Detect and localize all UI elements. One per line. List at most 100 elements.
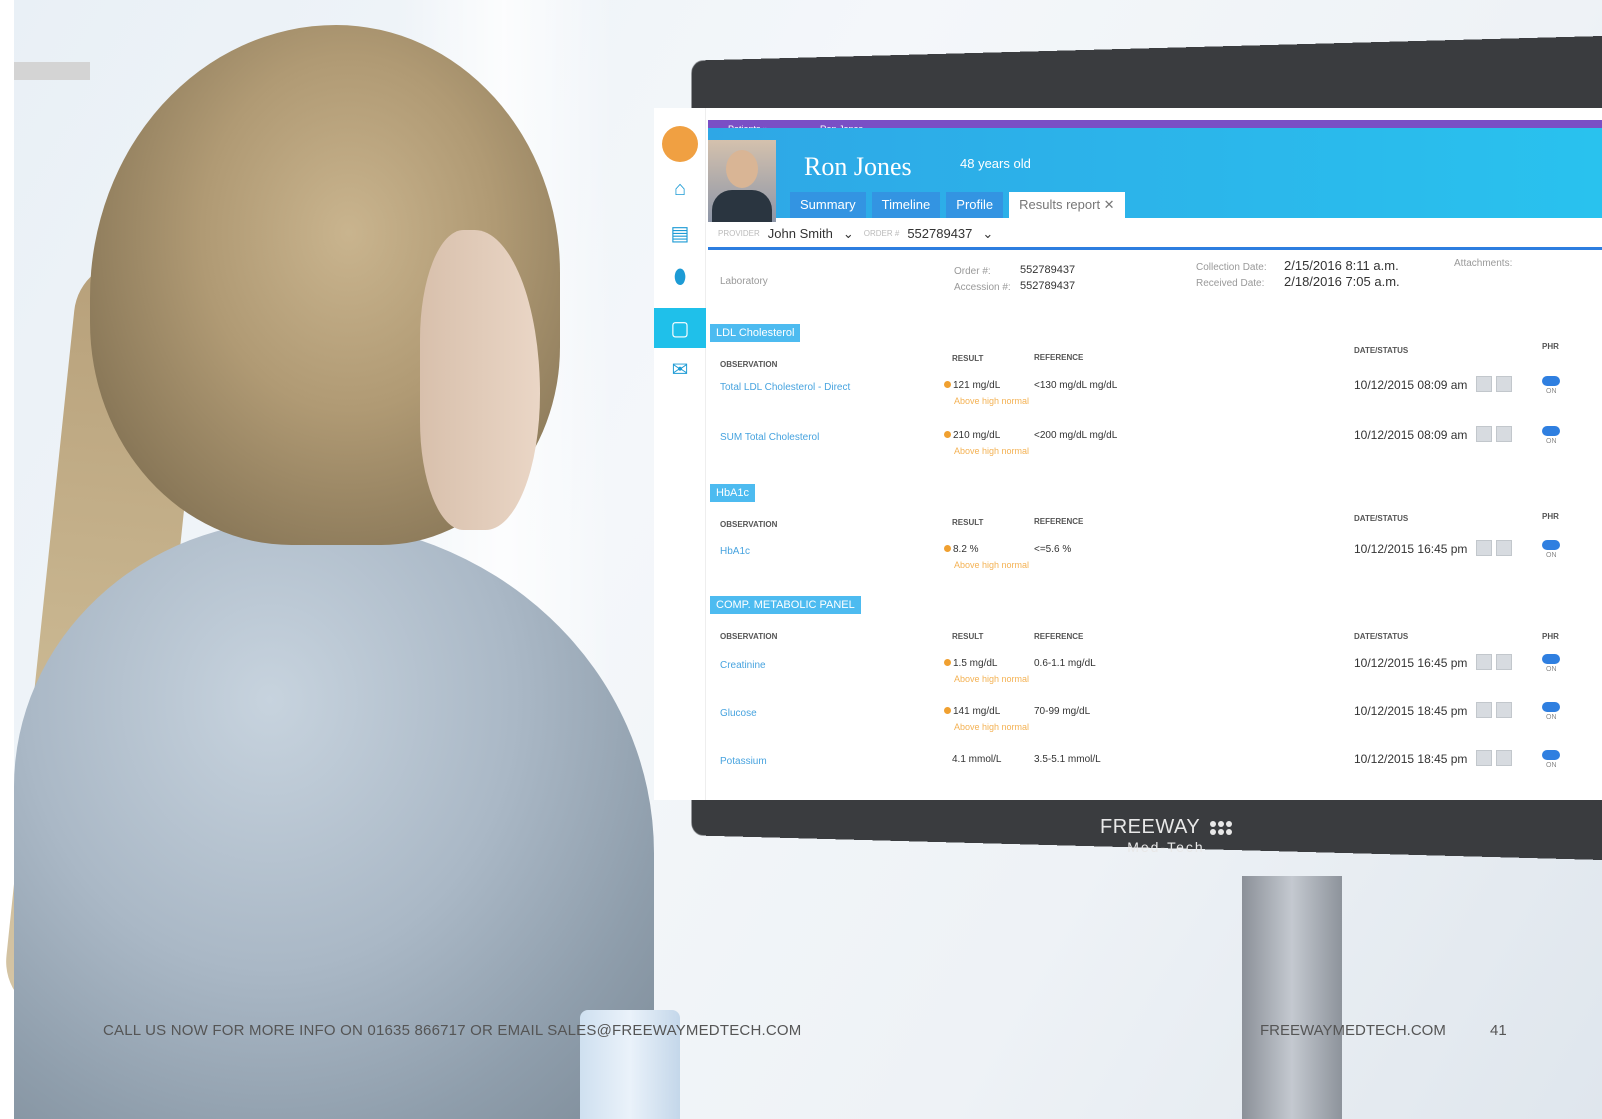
received-value: 2/18/2016 7:05 a.m. bbox=[1284, 274, 1400, 289]
corner-bar bbox=[14, 62, 90, 80]
table-row: SUM Total Cholesterol 210 mg/dL Above hi… bbox=[708, 426, 1602, 476]
section-hba1c: HbA1c bbox=[710, 484, 756, 502]
flag-text: Above high normal bbox=[954, 560, 1030, 570]
flag-text: Above high normal bbox=[954, 722, 1030, 732]
reference-value: <200 mg/dL mg/dL bbox=[1034, 430, 1118, 441]
share-icon[interactable] bbox=[1496, 702, 1512, 718]
home-icon[interactable]: ⌂ bbox=[662, 174, 698, 204]
pdf-icon[interactable] bbox=[1476, 540, 1492, 556]
date-value: 10/12/2015 16:45 pm bbox=[1354, 542, 1468, 556]
phr-toggle[interactable] bbox=[1542, 376, 1560, 386]
obs-link[interactable]: Creatinine bbox=[720, 660, 766, 671]
col-observation: OBSERVATION bbox=[720, 360, 778, 369]
flag-dot-icon bbox=[944, 659, 951, 666]
monitor-stand bbox=[1242, 876, 1342, 1119]
pdf-icon[interactable] bbox=[1476, 376, 1492, 392]
phr-toggle[interactable] bbox=[1542, 540, 1560, 550]
attachments-label: Attachments: bbox=[1454, 258, 1513, 269]
provider-label: PROVIDER bbox=[718, 229, 760, 238]
share-icon[interactable] bbox=[1496, 426, 1512, 442]
share-icon[interactable] bbox=[1496, 750, 1512, 766]
toggle-on-label: ON bbox=[1546, 666, 1557, 673]
chevron-down-icon[interactable]: ⌄ bbox=[982, 226, 993, 242]
phr-toggle[interactable] bbox=[1542, 426, 1560, 436]
table-row: Creatinine 1.5 mg/dL Above high normal 0… bbox=[708, 654, 1602, 704]
pdf-icon[interactable] bbox=[1476, 750, 1492, 766]
footer-contact: CALL US NOW FOR MORE INFO ON 01635 86671… bbox=[103, 1022, 802, 1039]
order-no-value: 552789437 bbox=[1020, 264, 1076, 276]
phr-toggle[interactable] bbox=[1542, 702, 1560, 712]
obs-link[interactable]: Potassium bbox=[720, 756, 767, 767]
calendar-icon[interactable]: ▤ bbox=[662, 218, 698, 248]
page-number: 41 bbox=[1490, 1022, 1507, 1039]
share-icon[interactable] bbox=[1496, 376, 1512, 392]
col-reference: REFERENCE bbox=[1034, 632, 1084, 641]
col-result: RESULT bbox=[952, 354, 984, 363]
col-phr: PHR bbox=[1542, 512, 1559, 521]
flag-text: Above high normal bbox=[954, 446, 1030, 456]
result-value: 8.2 % bbox=[953, 544, 979, 555]
col-observation: OBSERVATION bbox=[720, 520, 778, 529]
pdf-icon[interactable] bbox=[1476, 426, 1492, 442]
tab-summary[interactable]: Summary bbox=[790, 192, 866, 218]
table-row: Glucose 141 mg/dL Above high normal 70-9… bbox=[708, 702, 1602, 752]
reference-value: 3.5-5.1 mmol/L bbox=[1034, 754, 1101, 765]
flag-text: Above high normal bbox=[954, 674, 1030, 684]
col-date-status: DATE/STATUS bbox=[1354, 632, 1409, 641]
tab-timeline[interactable]: Timeline bbox=[871, 192, 941, 218]
pill-icon[interactable]: ⬮ bbox=[662, 262, 698, 292]
obs-link[interactable]: HbA1c bbox=[720, 546, 750, 557]
toggle-on-label: ON bbox=[1546, 552, 1557, 559]
col-date-status: DATE/STATUS bbox=[1354, 514, 1409, 523]
order-select[interactable]: 552789437 bbox=[907, 226, 972, 241]
date-value: 10/12/2015 08:09 am bbox=[1354, 378, 1468, 392]
side-nav: ⌂ ▤ ⬮ ▢ ✉ bbox=[654, 108, 706, 800]
toggle-on-label: ON bbox=[1546, 714, 1557, 721]
document-icon[interactable]: ▢ bbox=[654, 308, 706, 348]
section-metabolic-panel: COMP. METABOLIC PANEL bbox=[710, 596, 861, 614]
pdf-icon[interactable] bbox=[1476, 654, 1492, 670]
provider-select[interactable]: John Smith bbox=[768, 226, 833, 241]
result-value: 210 mg/dL bbox=[953, 430, 1001, 441]
result-value: 121 mg/dL bbox=[953, 380, 1001, 391]
obs-link[interactable]: Total LDL Cholesterol - Direct bbox=[720, 382, 850, 393]
share-icon[interactable] bbox=[1496, 540, 1512, 556]
reference-value: 70-99 mg/dL bbox=[1034, 706, 1091, 717]
patient-photo bbox=[708, 140, 776, 222]
phr-toggle[interactable] bbox=[1542, 654, 1560, 664]
chevron-down-icon[interactable]: ⌄ bbox=[843, 226, 854, 242]
flag-dot-icon bbox=[944, 431, 951, 438]
toggle-on-label: ON bbox=[1546, 388, 1557, 395]
date-value: 10/12/2015 08:09 am bbox=[1354, 428, 1468, 442]
order-info: Laboratory Order #: 552789437 Accession … bbox=[708, 258, 1602, 300]
bezel-brand-top: FREEWAY bbox=[1100, 816, 1200, 838]
col-phr: PHR bbox=[1542, 632, 1559, 641]
col-reference: REFERENCE bbox=[1034, 517, 1084, 526]
col-observation: OBSERVATION bbox=[720, 632, 778, 641]
footer-website[interactable]: FREEWAYMEDTECH.COM bbox=[1260, 1022, 1446, 1039]
col-phr: PHR bbox=[1542, 342, 1559, 351]
pdf-icon[interactable] bbox=[1476, 702, 1492, 718]
phr-toggle[interactable] bbox=[1542, 750, 1560, 760]
flag-dot-icon bbox=[944, 381, 951, 388]
result-value: 4.1 mmol/L bbox=[952, 754, 1002, 765]
flag-text: Above high normal bbox=[954, 396, 1030, 406]
order-no-label: Order #: bbox=[954, 266, 991, 277]
share-icon[interactable] bbox=[1496, 654, 1512, 670]
bezel-logo: FREEWAY Med-Tech bbox=[1100, 816, 1232, 855]
reference-value: <=5.6 % bbox=[1034, 544, 1072, 555]
obs-link[interactable]: Glucose bbox=[720, 708, 757, 719]
obs-link[interactable]: SUM Total Cholesterol bbox=[720, 432, 819, 443]
patient-tabs: Summary Timeline Profile Results report … bbox=[790, 192, 1125, 218]
patient-name: Ron Jones bbox=[804, 152, 912, 181]
tab-profile[interactable]: Profile bbox=[946, 192, 1004, 218]
date-value: 10/12/2015 18:45 pm bbox=[1354, 752, 1468, 766]
toggle-on-label: ON bbox=[1546, 438, 1557, 445]
reference-value: 0.6-1.1 mg/dL bbox=[1034, 658, 1096, 669]
brand-dots-icon bbox=[1209, 820, 1232, 835]
tab-results-report[interactable]: Results report ✕ bbox=[1009, 192, 1125, 218]
toggle-on-label: ON bbox=[1546, 762, 1557, 769]
result-value: 141 mg/dL bbox=[953, 706, 1001, 717]
reference-value: <130 mg/dL mg/dL bbox=[1034, 380, 1118, 391]
mail-icon[interactable]: ✉ bbox=[662, 354, 698, 384]
